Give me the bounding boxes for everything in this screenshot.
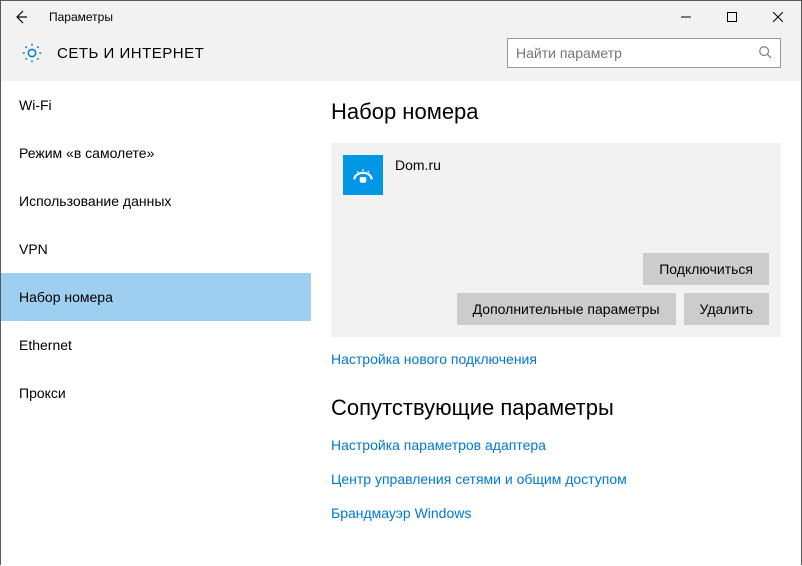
- delete-button[interactable]: Удалить: [684, 293, 769, 325]
- new-connection-link[interactable]: Настройка нового подключения: [331, 351, 781, 367]
- gear-icon: [21, 42, 43, 64]
- sidebar-item-airplane-mode[interactable]: Режим «в самолете»: [1, 129, 311, 177]
- network-sharing-link[interactable]: Центр управления сетями и общим доступом: [331, 471, 781, 487]
- maximize-icon: [727, 12, 737, 22]
- search-box[interactable]: [507, 38, 781, 68]
- titlebar: Параметры: [1, 1, 801, 33]
- phone-icon: [343, 155, 383, 195]
- sidebar-item-vpn[interactable]: VPN: [1, 225, 311, 273]
- window-title: Параметры: [41, 10, 113, 24]
- content-area: Wi-Fi Режим «в самолете» Использование д…: [1, 81, 801, 566]
- minimize-icon: [681, 12, 691, 22]
- close-icon: [773, 12, 783, 22]
- sidebar: Wi-Fi Режим «в самолете» Использование д…: [1, 81, 311, 566]
- back-button[interactable]: [1, 1, 41, 33]
- advanced-button[interactable]: Дополнительные параметры: [457, 293, 676, 325]
- section-title-dialup: Набор номера: [331, 99, 781, 125]
- minimize-button[interactable]: [663, 1, 709, 33]
- window-controls: [663, 1, 801, 33]
- firewall-link[interactable]: Брандмауэр Windows: [331, 505, 781, 521]
- section-title-related: Сопутствующие параметры: [331, 395, 781, 421]
- connection-header: Dom.ru: [343, 155, 769, 195]
- arrow-left-icon: [13, 9, 29, 25]
- sidebar-item-wifi[interactable]: Wi-Fi: [1, 81, 311, 129]
- adapter-settings-link[interactable]: Настройка параметров адаптера: [331, 437, 781, 453]
- connection-card[interactable]: Dom.ru Подключиться Дополнительные парам…: [331, 143, 781, 337]
- category-title: СЕТЬ И ИНТЕРНЕТ: [57, 45, 204, 62]
- sidebar-item-ethernet[interactable]: Ethernet: [1, 321, 311, 369]
- search-input[interactable]: [516, 45, 758, 61]
- close-button[interactable]: [755, 1, 801, 33]
- connection-name: Dom.ru: [395, 155, 441, 173]
- connect-button[interactable]: Подключиться: [643, 253, 769, 285]
- sidebar-item-data-usage[interactable]: Использование данных: [1, 177, 311, 225]
- header: СЕТЬ И ИНТЕРНЕТ: [1, 33, 801, 81]
- search-icon: [758, 45, 772, 62]
- sidebar-item-dialup[interactable]: Набор номера: [1, 273, 311, 321]
- main-content: Набор номера Dom.ru Подключиться Дополни…: [311, 81, 801, 566]
- maximize-button[interactable]: [709, 1, 755, 33]
- sidebar-item-proxy[interactable]: Прокси: [1, 369, 311, 417]
